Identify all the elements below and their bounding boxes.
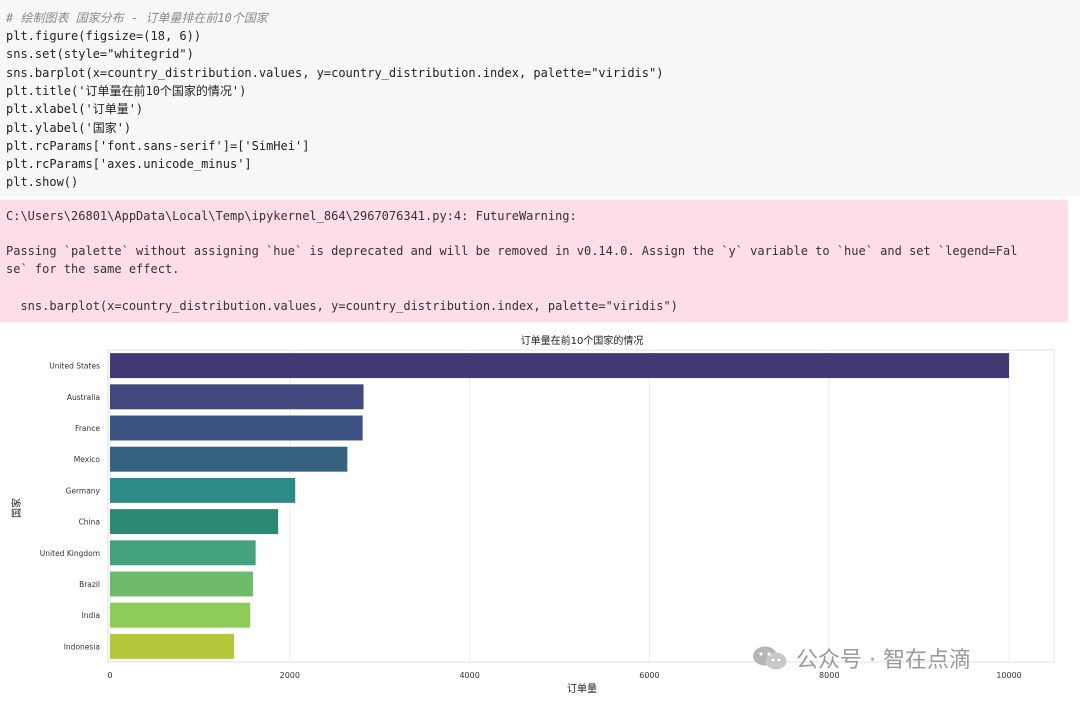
warning-code: sns.barplot(x=country_distribution.value… bbox=[6, 299, 678, 313]
bar bbox=[110, 509, 279, 535]
code-line: plt.rcParams['axes.unicode_minus'] bbox=[6, 157, 252, 171]
code-cell[interactable]: # 绘制图表 国家分布 - 订单量排在前10个国家 plt.figure(fig… bbox=[0, 0, 1080, 196]
chart-title: 订单量在前10个国家的情况 bbox=[521, 334, 644, 347]
y-tick-label: Brazil bbox=[79, 580, 100, 589]
x-tick-label: 6000 bbox=[639, 671, 659, 680]
code-line: plt.ylabel('国家') bbox=[6, 121, 132, 135]
warning-message-cont: se` for the same effect. bbox=[6, 262, 180, 276]
bar bbox=[110, 633, 235, 659]
y-tick-label: France bbox=[75, 424, 100, 433]
warning-path: C:\Users\26801\AppData\Local\Temp\ipyker… bbox=[6, 209, 577, 223]
bar bbox=[110, 353, 1010, 379]
x-tick-label: 4000 bbox=[459, 671, 479, 680]
bar bbox=[110, 446, 348, 472]
bar bbox=[110, 571, 253, 597]
code-line: sns.set(style="whitegrid") bbox=[6, 47, 194, 61]
bar bbox=[110, 602, 251, 628]
x-tick-label: 2000 bbox=[280, 671, 300, 680]
wechat-icon bbox=[752, 645, 788, 671]
y-tick-label: Mexico bbox=[74, 455, 101, 464]
y-tick-label: United States bbox=[49, 362, 100, 371]
y-axis-label: 国家 bbox=[10, 498, 23, 518]
code-line: plt.show() bbox=[6, 175, 79, 189]
code-line: plt.xlabel('订单量') bbox=[6, 102, 144, 116]
code-line: plt.figure(figsize=(18, 6)) bbox=[6, 29, 202, 43]
watermark-text: 公众号 · 智在点滴 bbox=[796, 648, 971, 673]
x-tick-label: 10000 bbox=[996, 671, 1021, 680]
y-tick-label: Germany bbox=[66, 486, 101, 495]
stderr-output: C:\Users\26801\AppData\Local\Temp\ipyker… bbox=[0, 200, 1068, 322]
bar bbox=[110, 540, 256, 566]
code-line: sns.barplot(x=country_distribution.value… bbox=[6, 66, 664, 80]
y-tick-label: Indonesia bbox=[64, 642, 100, 651]
watermark: 公众号 · 智在点滴 bbox=[752, 642, 971, 674]
y-tick-label: United Kingdom bbox=[40, 549, 100, 558]
code-line: plt.title('订单量在前10个国家的情况') bbox=[6, 84, 247, 98]
bar bbox=[110, 477, 296, 503]
y-tick-label: China bbox=[79, 518, 100, 527]
y-tick-label: India bbox=[82, 611, 100, 620]
code-line: # 绘制图表 国家分布 - 订单量排在前10个国家 bbox=[6, 11, 268, 25]
warning-message: Passing `palette` without assigning `hue… bbox=[6, 244, 1018, 258]
x-axis-label: 订单量 bbox=[567, 683, 597, 695]
bar bbox=[110, 384, 364, 410]
code-line: plt.rcParams['font.sans-serif']=['SimHei… bbox=[6, 139, 310, 153]
bar bbox=[110, 415, 363, 441]
y-tick-label: Australia bbox=[67, 393, 100, 402]
x-tick-label: 0 bbox=[107, 671, 112, 680]
